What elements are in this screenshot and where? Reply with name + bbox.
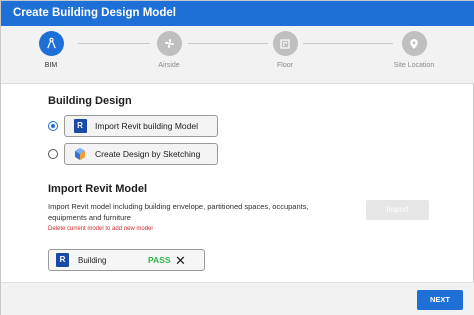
step-bim[interactable]: BIM — [21, 31, 81, 69]
step-connector — [303, 43, 393, 44]
step-floor[interactable]: Floor — [255, 31, 315, 69]
step-airside[interactable]: Airside — [139, 31, 199, 69]
imported-model-item: R Building PASS ✕ — [48, 249, 205, 271]
sketch-icon — [73, 147, 87, 161]
next-button[interactable]: NEXT — [417, 290, 463, 310]
revit-icon: R — [56, 253, 69, 267]
create-model-dialog: Create Building Design Model BIM Airside… — [0, 0, 474, 315]
footer: NEXT — [1, 282, 474, 315]
radio-import-revit[interactable] — [48, 121, 58, 131]
dialog-title: Create Building Design Model — [1, 1, 474, 26]
compass-icon — [38, 31, 64, 56]
content-area: Building Design R Import Revit building … — [1, 85, 474, 282]
floor-icon — [272, 31, 298, 56]
radio-create-sketch[interactable] — [48, 149, 58, 159]
revit-icon: R — [73, 119, 87, 133]
step-label: BIM — [44, 62, 58, 69]
import-revit-title: Import Revit Model — [48, 183, 148, 195]
status-badge: PASS — [148, 255, 171, 265]
warning-text: Delete current model to add new model — [48, 226, 153, 232]
stepper: BIM Airside Floor Site Location — [1, 26, 474, 84]
import-description: Import Revit model including building en… — [48, 202, 309, 222]
step-site-location[interactable]: Site Location — [384, 31, 444, 69]
option-label: Create Design by Sketching — [95, 149, 201, 159]
building-design-title: Building Design — [48, 95, 132, 107]
fan-icon — [156, 31, 182, 56]
step-label: Site Location — [393, 62, 435, 69]
import-button[interactable]: Import — [366, 200, 429, 220]
step-label: Floor — [277, 62, 293, 69]
import-revit-option-button[interactable]: R Import Revit building Model — [64, 115, 218, 137]
close-icon[interactable]: ✕ — [175, 254, 186, 267]
model-name: Building — [78, 255, 107, 265]
create-sketch-option-button[interactable]: Create Design by Sketching — [64, 143, 218, 165]
location-pin-icon — [401, 31, 427, 56]
option-label: Import Revit building Model — [95, 121, 198, 131]
step-label: Airside — [158, 62, 180, 69]
